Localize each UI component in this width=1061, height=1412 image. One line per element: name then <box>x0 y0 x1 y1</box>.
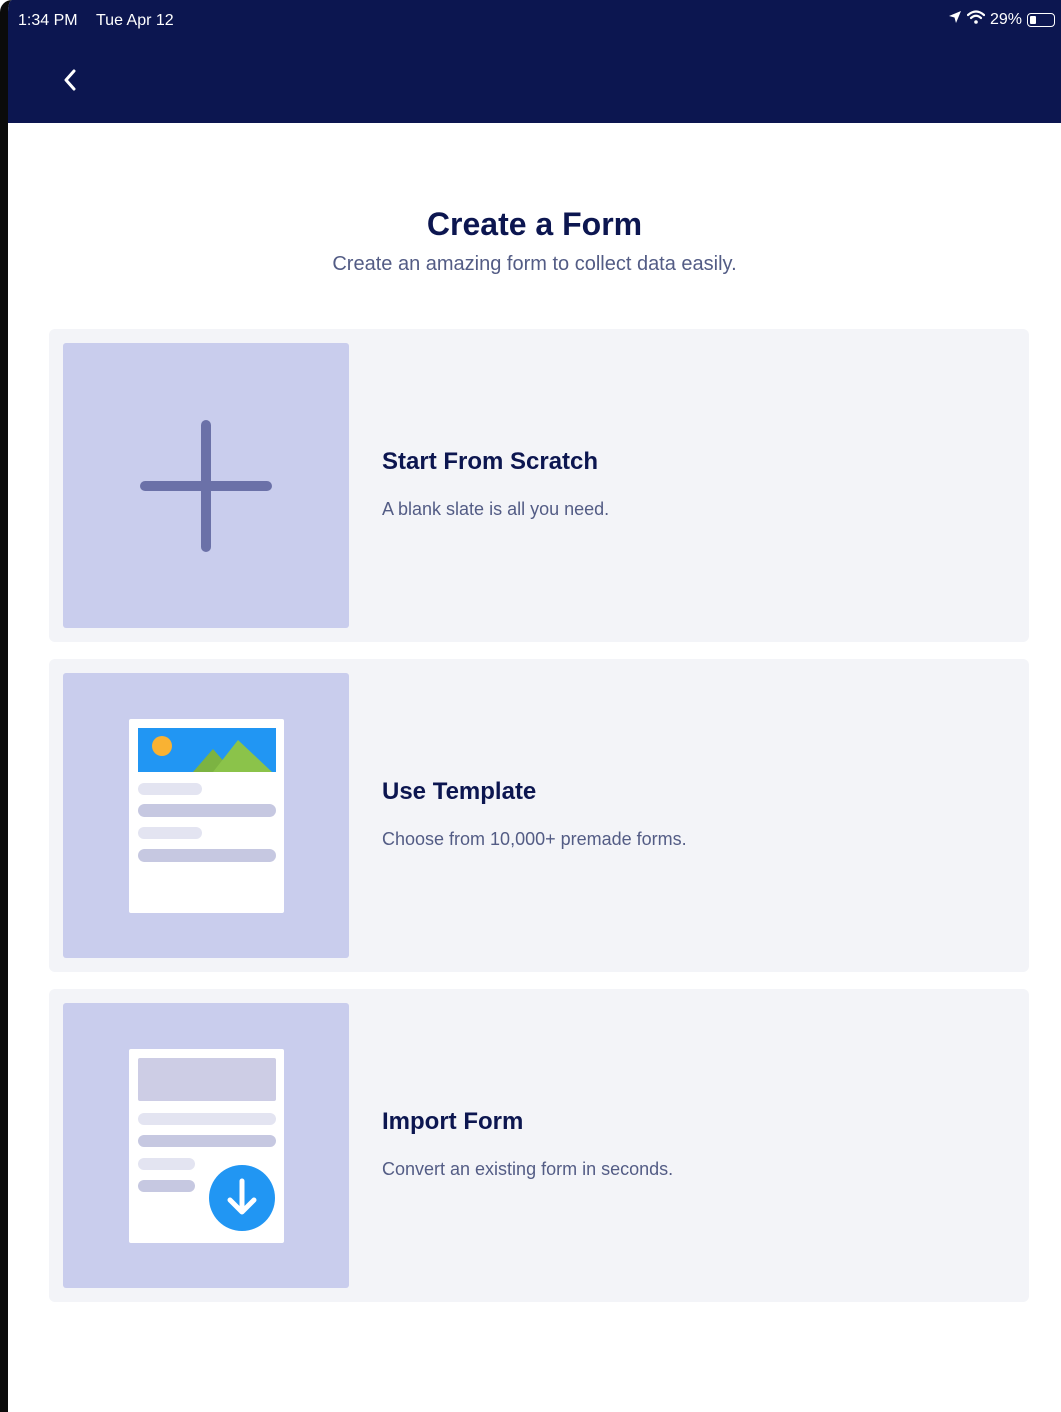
import-form-icon <box>63 1049 349 1292</box>
back-button[interactable] <box>52 62 88 102</box>
battery-percent: 29% <box>989 10 1022 28</box>
option-description: Choose from 10,000+ premade forms. <box>382 829 687 849</box>
chevron-left-icon <box>63 69 77 96</box>
use-template-card[interactable]: Use Template Choose from 10,000+ premade… <box>49 659 1029 972</box>
battery-icon <box>1027 12 1055 27</box>
scratch-thumbnail <box>63 343 349 628</box>
app-window: 1:34 PM Tue Apr 12 29% Create a Form Cre… <box>0 0 1061 1412</box>
wifi-icon <box>966 10 986 29</box>
option-description: Convert an existing form in seconds. <box>382 1159 674 1179</box>
option-title: Import Form <box>382 1108 524 1135</box>
status-time: 1:34 PM <box>18 12 78 29</box>
template-form-icon <box>63 719 349 962</box>
page-subtitle: Create an amazing form to collect data e… <box>332 253 737 275</box>
import-form-card[interactable]: Import Form Convert an existing form in … <box>49 989 1029 1302</box>
status-date: Tue Apr 12 <box>96 12 174 29</box>
option-description: A blank slate is all you need. <box>382 499 610 519</box>
status-indicators: 29% <box>948 10 1055 29</box>
option-title: Use Template <box>382 778 537 805</box>
template-thumbnail <box>63 673 349 958</box>
battery-level <box>1030 15 1037 24</box>
status-bar: 1:34 PM Tue Apr 12 29% <box>8 0 1061 40</box>
start-from-scratch-card[interactable]: Start From Scratch A blank slate is all … <box>49 329 1029 642</box>
import-thumbnail <box>63 1003 349 1288</box>
nav-header: 1:34 PM Tue Apr 12 29% <box>8 0 1061 123</box>
page-title: Create a Form <box>426 206 643 242</box>
location-arrow-icon <box>948 10 962 29</box>
plus-icon <box>63 420 349 632</box>
option-title: Start From Scratch <box>382 448 599 475</box>
